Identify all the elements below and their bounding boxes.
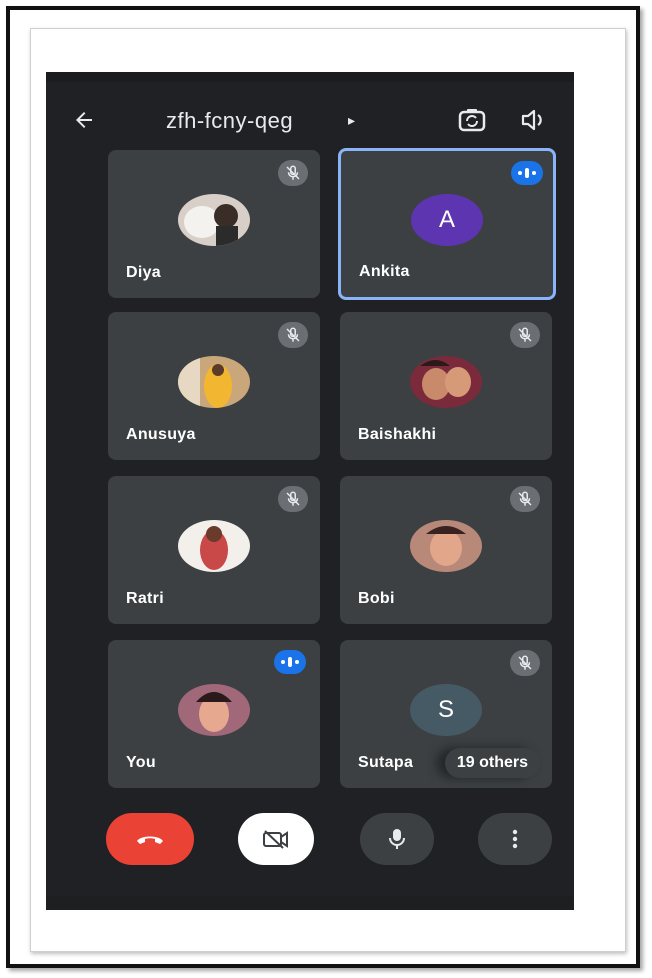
avatar xyxy=(410,520,482,572)
call-controls xyxy=(46,787,574,907)
participant-tile[interactable]: Baishakhi xyxy=(340,312,552,460)
participant-tile[interactable]: Anusuya xyxy=(108,312,320,460)
caret-right-icon[interactable]: ▸ xyxy=(348,112,355,129)
mic-off-badge xyxy=(278,486,308,512)
arrow-left-icon xyxy=(76,112,92,128)
speaking-indicator-icon xyxy=(518,168,536,178)
mic-off-icon xyxy=(518,491,532,506)
participant-name: Sutapa xyxy=(358,754,414,771)
speaker-icon xyxy=(521,109,542,131)
participant-tile-self[interactable]: You xyxy=(108,640,320,788)
status-bar xyxy=(46,72,574,82)
letter-avatar: A xyxy=(411,194,483,246)
participant-name: Diya xyxy=(126,264,161,281)
speaker-button[interactable] xyxy=(516,102,552,138)
participant-name: Bobi xyxy=(358,590,395,607)
mic-off-icon xyxy=(286,491,300,506)
avatar xyxy=(410,356,482,408)
avatar xyxy=(178,194,250,246)
more-vert-icon xyxy=(512,829,518,849)
top-bar: zfh-fcny-qeg ▸ xyxy=(46,82,574,152)
speaking-badge xyxy=(511,161,543,185)
participant-tile[interactable]: Diya xyxy=(108,150,320,298)
avatar xyxy=(178,684,250,736)
mic-off-badge xyxy=(278,160,308,186)
participant-tile-active[interactable]: A Ankita xyxy=(338,148,556,300)
participant-tile[interactable]: S Sutapa 19 others xyxy=(340,640,552,788)
participant-name: Ratri xyxy=(126,590,164,607)
letter-avatar: S xyxy=(410,684,482,736)
mic-off-badge xyxy=(510,650,540,676)
participant-name: Ankita xyxy=(359,263,410,280)
participant-name: Baishakhi xyxy=(358,426,437,443)
avatar xyxy=(178,520,250,572)
mic-icon xyxy=(389,829,405,849)
switch-camera-button[interactable] xyxy=(454,102,490,138)
mic-off-badge xyxy=(278,322,308,348)
speaking-badge xyxy=(274,650,306,674)
back-button[interactable] xyxy=(68,104,100,136)
others-count-pill[interactable]: 19 others xyxy=(444,748,540,778)
mic-off-badge xyxy=(510,322,540,348)
meeting-code[interactable]: zfh-fcny-qeg xyxy=(166,108,293,134)
mic-off-badge xyxy=(510,486,540,512)
phone-screen: zfh-fcny-qeg ▸ Diya A Ankita Anusuya Bai… xyxy=(46,52,574,910)
mic-off-icon xyxy=(518,655,532,670)
mic-button[interactable] xyxy=(360,813,434,865)
end-call-button[interactable] xyxy=(106,813,194,865)
mic-off-icon xyxy=(286,327,300,342)
participant-name: Anusuya xyxy=(126,426,196,443)
participant-tile[interactable]: Bobi xyxy=(340,476,552,624)
participant-tile[interactable]: Ratri xyxy=(108,476,320,624)
more-options-button[interactable] xyxy=(478,813,552,865)
phone-hangup-icon xyxy=(137,836,163,844)
status-strip xyxy=(46,52,574,72)
video-off-icon xyxy=(263,830,288,849)
video-off-button[interactable] xyxy=(238,813,314,865)
switch-camera-icon xyxy=(458,109,486,132)
avatar xyxy=(178,356,250,408)
participant-name: You xyxy=(126,754,156,771)
system-nav-bar xyxy=(46,896,574,910)
mic-off-icon xyxy=(518,327,532,342)
mic-off-icon xyxy=(286,165,300,180)
speaking-indicator-icon xyxy=(281,657,299,667)
